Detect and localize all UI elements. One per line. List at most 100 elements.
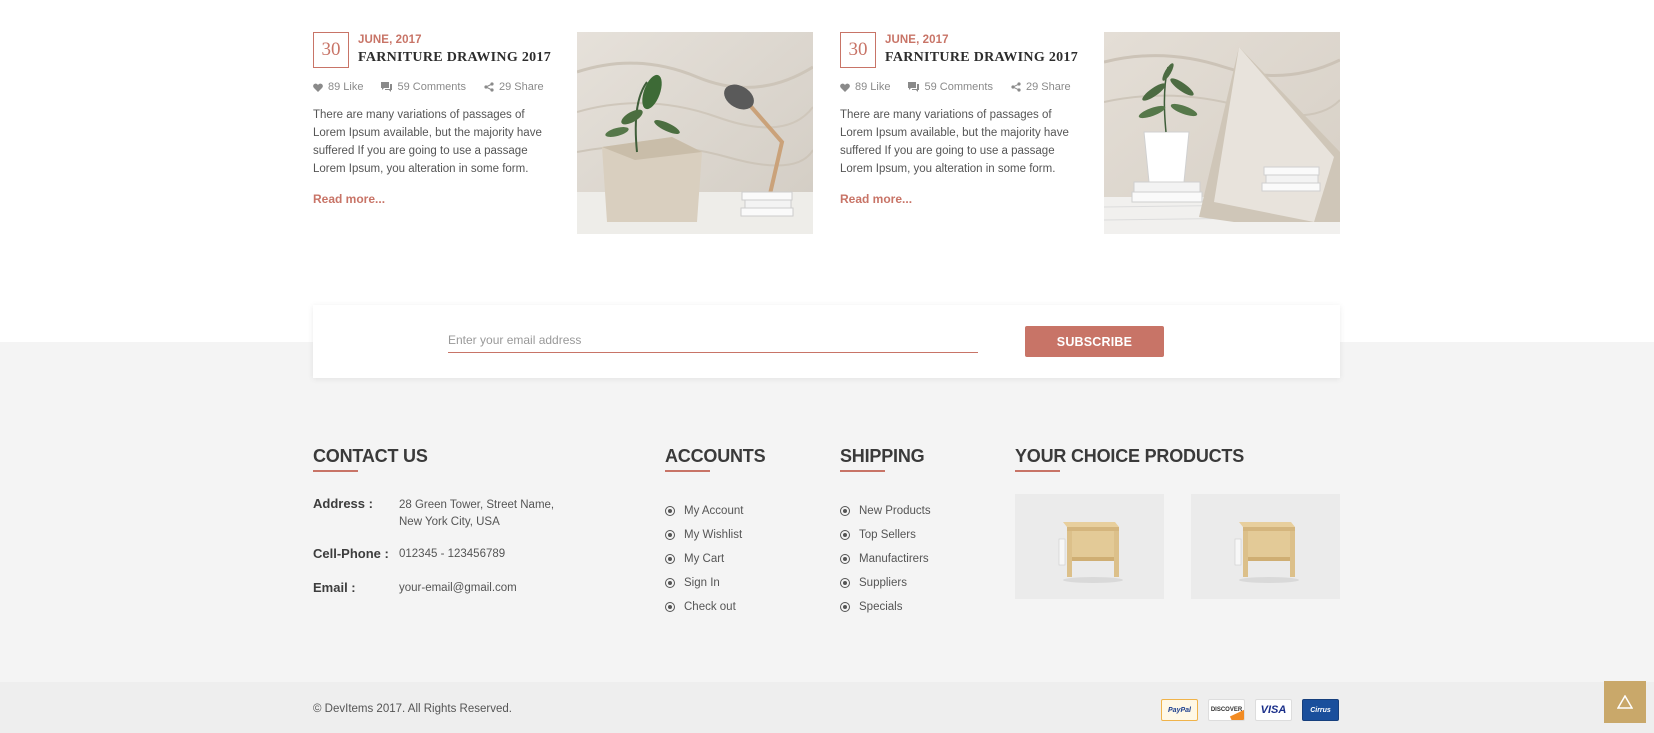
phone-label: Cell-Phone :	[313, 546, 389, 561]
scroll-to-top-button[interactable]	[1604, 681, 1646, 723]
payment-methods: PayPal DISCOVER VISA Cirrus	[1161, 699, 1339, 721]
email-label: Email :	[313, 580, 356, 595]
post-day: 30	[313, 32, 349, 68]
address-line-2: New York City, USA	[399, 516, 500, 528]
list-item: Check out	[665, 595, 743, 619]
blog-post: 30 JUNE, 2017 FARNITURE DRAWING 2017 89 …	[313, 32, 813, 234]
product-thumbnail[interactable]	[1015, 494, 1164, 599]
post-image-lamp-plant[interactable]	[577, 32, 813, 234]
radio-bullet-icon	[840, 530, 850, 540]
triangle-shelf-illustration	[1104, 32, 1340, 234]
like-link[interactable]: 89 Like	[313, 81, 363, 93]
radio-bullet-icon	[840, 506, 850, 516]
heart-icon	[840, 83, 850, 92]
choice-products-heading: YOUR CHOICE PRODUCTS	[1015, 446, 1245, 466]
radio-bullet-icon	[840, 602, 850, 612]
radio-bullet-icon	[665, 554, 675, 564]
share-link[interactable]: 29 Share	[1011, 81, 1071, 93]
cirrus-icon: Cirrus	[1302, 699, 1339, 721]
radio-bullet-icon	[665, 602, 675, 612]
like-link[interactable]: 89 Like	[840, 81, 890, 93]
list-item: New Products	[840, 499, 931, 523]
list-item: Manufactirers	[840, 547, 931, 571]
newsletter-form: SUBSCRIBE	[313, 305, 1340, 378]
heading-underline	[313, 470, 358, 472]
share-count: 29 Share	[1025, 81, 1071, 93]
footer	[0, 342, 1654, 682]
link-specials[interactable]: Specials	[859, 601, 902, 613]
link-suppliers[interactable]: Suppliers	[859, 577, 907, 589]
heart-icon	[313, 83, 323, 92]
wooden-stool-image	[1015, 494, 1164, 599]
comment-count: 59 Comments	[397, 81, 466, 93]
post-excerpt: There are many variations of passages of…	[840, 109, 1069, 175]
discover-icon: DISCOVER	[1208, 699, 1245, 721]
list-item: Sign In	[665, 571, 743, 595]
visa-label: VISA	[1260, 704, 1287, 716]
phone-value: 012345 - 123456789	[399, 548, 506, 560]
copyright-bar	[0, 682, 1654, 733]
contact-us-heading: CONTACT US	[313, 446, 428, 466]
accounts-links: My Account My Wishlist My Cart Sign In C…	[665, 499, 743, 619]
arrow-up-icon	[1617, 695, 1633, 709]
heading-underline	[1015, 470, 1060, 472]
link-top-sellers[interactable]: Top Sellers	[859, 529, 916, 541]
share-icon	[1011, 82, 1021, 92]
list-item: Specials	[840, 595, 931, 619]
radio-bullet-icon	[665, 506, 675, 516]
comment-count: 59 Comments	[924, 81, 993, 93]
radio-bullet-icon	[840, 578, 850, 588]
radio-bullet-icon	[665, 530, 675, 540]
paypal-icon: PayPal	[1161, 699, 1198, 721]
post-image-triangle-shelf[interactable]	[1104, 32, 1340, 234]
address-label: Address :	[313, 496, 373, 511]
paypal-label: PayPal	[1168, 706, 1191, 714]
list-item: My Wishlist	[665, 523, 743, 547]
comment-icon	[381, 82, 393, 92]
copyright-text: © DevItems 2017. All Rights Reserved.	[313, 703, 512, 715]
radio-bullet-icon	[840, 554, 850, 564]
product-thumbnail[interactable]	[1191, 494, 1340, 599]
post-title[interactable]: FARNITURE DRAWING 2017	[885, 50, 1078, 66]
blog-section: 30 JUNE, 2017 FARNITURE DRAWING 2017 89 …	[313, 32, 1340, 234]
link-my-wishlist[interactable]: My Wishlist	[684, 529, 742, 541]
blog-post: 30 JUNE, 2017 FARNITURE DRAWING 2017 89 …	[840, 32, 1340, 234]
accounts-heading: ACCOUNTS	[665, 446, 766, 466]
list-item: My Cart	[665, 547, 743, 571]
link-my-cart[interactable]: My Cart	[684, 553, 724, 565]
email-subscribe-input[interactable]	[448, 327, 978, 353]
post-excerpt: There are many variations of passages of…	[313, 109, 542, 175]
link-new-products[interactable]: New Products	[859, 505, 931, 517]
radio-bullet-icon	[665, 578, 675, 588]
comments-link[interactable]: 59 Comments	[908, 81, 993, 93]
email-value[interactable]: your-email@gmail.com	[399, 580, 517, 597]
shipping-links: New Products Top Sellers Manufactirers S…	[840, 499, 931, 619]
comment-icon	[908, 82, 920, 92]
subscribe-button[interactable]: SUBSCRIBE	[1025, 326, 1164, 357]
share-link[interactable]: 29 Share	[484, 81, 544, 93]
post-date: JUNE, 2017	[358, 34, 422, 46]
share-icon	[484, 82, 494, 92]
address-line-1: 28 Green Tower, Street Name,	[399, 499, 555, 511]
link-sign-in[interactable]: Sign In	[684, 577, 720, 589]
post-title[interactable]: FARNITURE DRAWING 2017	[358, 50, 551, 66]
lamp-plant-illustration	[577, 32, 813, 234]
link-my-account[interactable]: My Account	[684, 505, 743, 517]
link-check-out[interactable]: Check out	[684, 601, 736, 613]
visa-icon: VISA	[1255, 699, 1292, 721]
link-manufacturers[interactable]: Manufactirers	[859, 553, 929, 565]
post-date: JUNE, 2017	[885, 34, 949, 46]
cirrus-label: Cirrus	[1310, 706, 1331, 714]
list-item: Suppliers	[840, 571, 931, 595]
heading-underline	[840, 470, 885, 472]
post-day: 30	[840, 32, 876, 68]
read-more-link[interactable]: Read more...	[840, 192, 912, 206]
discover-label: DISCOVER	[1210, 707, 1243, 713]
read-more-link[interactable]: Read more...	[313, 192, 385, 206]
post-meta: 89 Like 59 Comments 29 Share	[313, 81, 544, 93]
share-count: 29 Share	[498, 81, 544, 93]
comments-link[interactable]: 59 Comments	[381, 81, 466, 93]
wooden-stool-image	[1191, 494, 1340, 599]
shipping-heading: SHIPPING	[840, 446, 925, 466]
post-meta: 89 Like 59 Comments 29 Share	[840, 81, 1071, 93]
